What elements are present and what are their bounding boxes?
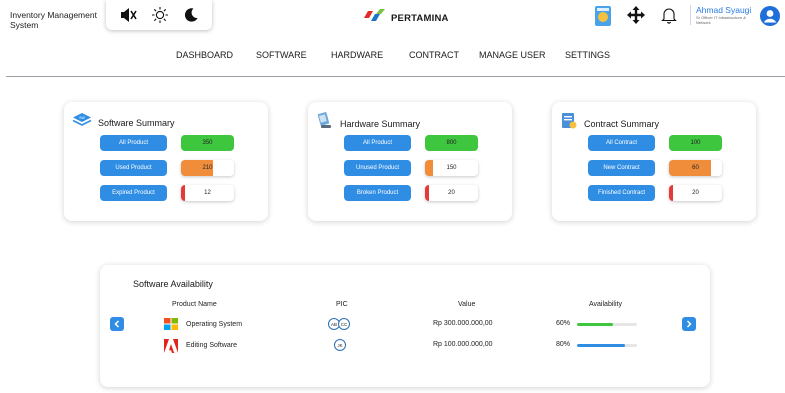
availability-percent: 60% — [556, 320, 571, 327]
layers-icon: SW — [72, 112, 92, 133]
theme-toolbar — [106, 0, 212, 30]
availability-percent: 80% — [556, 341, 571, 348]
main-nav: DASHBOARD SOFTWARE HARDWARE CONTRACT MAN… — [0, 50, 785, 64]
card-title: Contract Summary — [584, 118, 660, 129]
availability-bar — [577, 344, 637, 347]
summary-row: All Contract 100 — [588, 135, 722, 151]
summary-row: Used Product 210 — [100, 160, 234, 176]
pic-avatar: JK — [334, 339, 346, 351]
column-header-pic: PIC — [336, 301, 348, 308]
move-icon[interactable] — [627, 6, 645, 24]
contract-document-icon — [560, 112, 578, 135]
product-value: Rp 300.000.000,00 — [433, 320, 493, 327]
app-title: Inventory Management System — [10, 10, 97, 30]
finished-contract-button[interactable]: Finished Contract — [588, 185, 655, 201]
nav-software[interactable]: SOFTWARE — [256, 50, 307, 60]
product-name: Operating System — [186, 321, 243, 328]
contract-summary-card: Contract Summary All Contract 100 New Co… — [552, 102, 756, 221]
column-header-product: Product Name — [172, 301, 217, 308]
availability-bar — [577, 323, 637, 326]
column-header-availability: Availability — [589, 301, 622, 308]
chevron-right-icon — [686, 320, 692, 328]
nav-contract[interactable]: CONTRACT — [409, 50, 459, 60]
product-name: Editing Software — [186, 342, 237, 349]
brand: PERTAMINA — [362, 8, 449, 29]
pic-avatars: AB CC — [328, 318, 350, 330]
software-availability-panel: Software Availability Product Name PIC V… — [100, 265, 710, 387]
summary-row: Expired Product 12 — [100, 185, 234, 201]
svg-text:SW: SW — [79, 116, 85, 120]
unused-product-value: 150 — [425, 160, 478, 176]
summary-row: All Product 800 — [344, 135, 478, 151]
summary-row: New Contract 60 — [588, 160, 722, 176]
broken-product-button[interactable]: Broken Product — [344, 185, 411, 201]
chevron-left-icon — [114, 320, 120, 328]
pic-avatars: JK — [334, 339, 346, 351]
user-avatar-icon[interactable] — [759, 5, 781, 32]
product-value: Rp 100.000.000,00 — [433, 341, 493, 348]
card-title: Hardware Summary — [340, 118, 421, 129]
used-product-button[interactable]: Used Product — [100, 160, 167, 176]
used-product-value: 210 — [181, 160, 234, 176]
bell-icon[interactable] — [661, 6, 677, 24]
brand-name: PERTAMINA — [391, 13, 449, 24]
pertamina-logo-icon — [362, 8, 386, 29]
finished-contract-value: 20 — [669, 185, 722, 201]
expired-product-value: 12 — [181, 185, 234, 201]
nav-settings[interactable]: SETTINGS — [565, 50, 610, 60]
expired-product-button[interactable]: Expired Product — [100, 185, 167, 201]
nav-divider — [6, 76, 785, 77]
previous-button[interactable] — [110, 317, 124, 331]
all-contract-button[interactable]: All Contract — [588, 135, 655, 151]
app-icon[interactable] — [593, 5, 613, 27]
all-product-button[interactable]: All Product — [100, 135, 167, 151]
summary-row: Unused Product 150 — [344, 160, 478, 176]
pic-avatar: CC — [338, 318, 350, 330]
next-button[interactable] — [682, 317, 696, 331]
summary-row: All Product 350 — [100, 135, 234, 151]
summary-row: Broken Product 20 — [344, 185, 478, 201]
user-name: Ahmad Syaugi — [696, 5, 752, 15]
moon-icon[interactable] — [183, 7, 199, 23]
hardware-summary-card: Hardware Summary All Product 800 Unused … — [308, 102, 512, 221]
user-role: Sr Officer IT Infrastructure & Network — [696, 15, 746, 25]
nav-hardware[interactable]: HARDWARE — [331, 50, 383, 60]
computer-icon — [316, 112, 334, 135]
summary-row: Finished Contract 20 — [588, 185, 722, 201]
software-summary-card: SW Software Summary All Product 350 Used… — [64, 102, 268, 221]
windows-logo-icon — [164, 318, 178, 332]
adobe-logo-icon — [164, 339, 178, 355]
user-info[interactable]: Ahmad Syaugi Sr Officer IT Infrastructur… — [690, 5, 758, 25]
column-header-value: Value — [458, 301, 476, 308]
all-product-value: 800 — [425, 135, 478, 151]
mute-icon[interactable] — [119, 7, 137, 23]
new-contract-value: 60 — [669, 160, 722, 176]
card-title: Software Summary — [98, 117, 175, 128]
unused-product-button[interactable]: Unused Product — [344, 160, 411, 176]
panel-title: Software Availability — [133, 279, 213, 289]
nav-dashboard[interactable]: DASHBOARD — [176, 50, 233, 60]
broken-product-value: 20 — [425, 185, 478, 201]
all-product-button[interactable]: All Product — [344, 135, 411, 151]
all-product-value: 350 — [181, 135, 234, 151]
sun-icon[interactable] — [151, 6, 169, 24]
nav-manage-user[interactable]: MANAGE USER — [479, 50, 546, 60]
new-contract-button[interactable]: New Contract — [588, 160, 655, 176]
all-contract-value: 100 — [669, 135, 722, 151]
